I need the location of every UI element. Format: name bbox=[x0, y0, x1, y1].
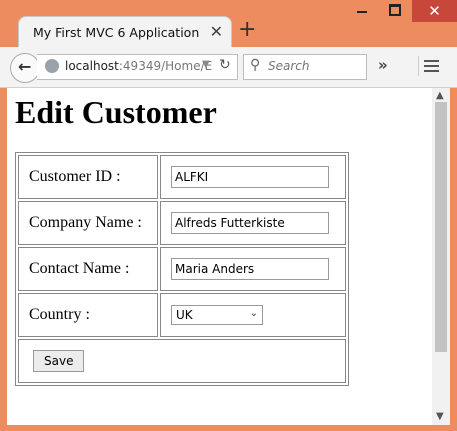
search-bar[interactable]: ⚲ bbox=[243, 54, 367, 80]
back-arrow-icon: ← bbox=[18, 57, 32, 76]
maximize-icon bbox=[389, 4, 401, 16]
new-tab-button[interactable]: + bbox=[238, 18, 256, 42]
contact-name-field[interactable] bbox=[171, 258, 329, 280]
tab-close-icon[interactable]: ✕ bbox=[210, 22, 223, 42]
minimize-button[interactable] bbox=[348, 0, 378, 22]
table-row: Customer ID : bbox=[18, 155, 346, 199]
globe-icon bbox=[45, 59, 59, 73]
back-button[interactable]: ← bbox=[10, 53, 40, 83]
tab-title: My First MVC 6 Application bbox=[33, 25, 200, 40]
save-button[interactable]: Save bbox=[33, 350, 85, 372]
reload-icon[interactable]: ↻ bbox=[219, 57, 231, 73]
chevron-down-icon: ⌄ bbox=[249, 308, 258, 319]
navigation-bar: ← localhost:49349/Home/E ▼ ↻ ⚲ » bbox=[0, 47, 457, 88]
customer-id-field[interactable] bbox=[171, 166, 329, 188]
table-row: Save bbox=[18, 339, 346, 383]
overflow-chevron-icon[interactable]: » bbox=[378, 56, 388, 74]
scroll-down-icon[interactable]: ▼ bbox=[436, 411, 444, 422]
vertical-scrollbar[interactable]: ▲ ▼ bbox=[432, 88, 450, 425]
page-content: Edit Customer Customer ID : Company Name… bbox=[7, 88, 432, 425]
country-selected-value: UK bbox=[176, 308, 193, 322]
maximize-button[interactable] bbox=[380, 0, 410, 22]
close-icon: ✕ bbox=[428, 2, 441, 20]
edit-customer-form: Customer ID : Company Name : Contact Nam… bbox=[15, 152, 349, 386]
table-row: Company Name : bbox=[18, 201, 346, 245]
address-bar[interactable]: localhost:49349/Home/E ▼ ↻ bbox=[37, 54, 238, 80]
minimize-icon bbox=[357, 11, 367, 13]
search-icon: ⚲ bbox=[250, 57, 261, 73]
browser-tab[interactable]: My First MVC 6 Application ✕ bbox=[18, 16, 232, 49]
country-label: Country : bbox=[18, 293, 158, 337]
country-select[interactable]: UK ⌄ bbox=[171, 305, 263, 325]
company-name-field[interactable] bbox=[171, 212, 329, 234]
table-row: Country : UK ⌄ bbox=[18, 293, 346, 337]
browser-window: ✕ My First MVC 6 Application ✕ + ← local… bbox=[0, 0, 457, 431]
scrollbar-thumb[interactable] bbox=[435, 102, 447, 352]
customer-id-label: Customer ID : bbox=[18, 155, 158, 199]
contact-name-label: Contact Name : bbox=[18, 247, 158, 291]
company-name-label: Company Name : bbox=[18, 201, 158, 245]
table-row: Contact Name : bbox=[18, 247, 346, 291]
page-title: Edit Customer bbox=[15, 94, 217, 130]
url-dropdown-icon[interactable]: ▼ bbox=[202, 59, 210, 70]
search-input[interactable] bbox=[268, 58, 360, 74]
url-text: localhost:49349/Home/E bbox=[65, 59, 213, 73]
scroll-up-icon[interactable]: ▲ bbox=[436, 90, 444, 101]
close-window-button[interactable]: ✕ bbox=[412, 0, 457, 22]
hamburger-menu-icon[interactable] bbox=[418, 56, 441, 76]
